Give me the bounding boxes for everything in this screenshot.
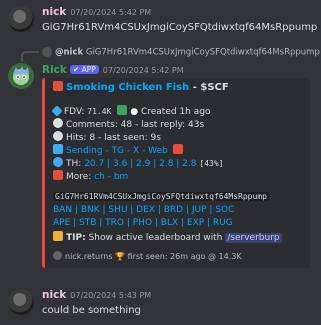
fdv-row: FDV: 71.4K ● Created 1h ago — [51, 105, 211, 117]
trophy-icon — [53, 231, 63, 241]
tip-row: TIP: Show active leaderboard with /serve… — [53, 231, 282, 243]
check-icon — [117, 105, 128, 115]
bot-header: Rick ✔ APP 07/20/2024 5:42 PM — [42, 64, 184, 76]
rick-avatar[interactable] — [8, 63, 34, 89]
timestamp-2: 07/20/2024 5:43 PM — [70, 291, 152, 300]
holders-icon — [53, 157, 63, 167]
exchange-links-2[interactable]: APE | STB | TRO | PHO | BLX | EXP | RUG — [53, 218, 233, 228]
pill-icon — [53, 81, 63, 91]
reply-connector — [21, 51, 39, 62]
created: Created 1h ago — [140, 107, 211, 117]
rick-face-icon — [13, 66, 29, 85]
nick-avatar[interactable] — [8, 6, 34, 32]
username-2[interactable]: nick — [42, 289, 66, 301]
eyes-icon — [53, 131, 63, 141]
more-links[interactable]: ch - bm — [94, 172, 128, 182]
reply-content: GiG7Hr61RVm4CSUxJmgiCoySFQtdiwxtqf64MsRp… — [85, 47, 320, 58]
embed-title: Smoking Chicken Fish - $SCF — [53, 81, 229, 93]
message-header: nick 07/20/2024 5:42 PM — [42, 6, 151, 18]
speech-bubble-icon — [53, 118, 63, 128]
nick-avatar-2[interactable] — [8, 289, 34, 315]
bot-username[interactable]: Rick — [42, 64, 67, 76]
token-embed: Smoking Chicken Fish - $SCF FDV: 71.4K ●… — [42, 78, 310, 268]
social-links[interactable]: - TG - X - Web — [103, 146, 167, 156]
username[interactable]: nick — [42, 6, 66, 18]
reply-preview[interactable]: @nick GiG7Hr61RVm4CSUxJmgiCoySFQtdiwxtqf… — [42, 47, 320, 58]
fdv-value: 71.4K — [87, 107, 112, 116]
flag-icon — [53, 170, 63, 180]
reply-avatar — [42, 47, 52, 57]
sending-row: Sending - TG - X - Web — [53, 144, 186, 156]
embed-footer: nick.returns 🏆 first seen: 26m ago @ 14.… — [53, 251, 242, 261]
diamond-icon — [51, 105, 63, 117]
address-row: GiG7Hr61RVm4CSUxJmgiCoySFQtdiwxtqf64MsRp… — [53, 192, 269, 202]
token-ticker: $SCF — [200, 82, 229, 93]
token-address[interactable]: GiG7Hr61RVm4CSUxJmgiCoySFQtdiwxtqf64MsRp… — [53, 192, 269, 201]
warning-icon — [172, 144, 183, 154]
hits-row: Hits: 8 - last seen: 9s — [53, 131, 161, 143]
holder-total: [43%] — [199, 159, 224, 168]
footer-avatar — [53, 251, 62, 260]
holders-row: TH: 20.7 | 3.6 | 2.9 | 2.8 | 2.8 [43%] — [53, 157, 223, 169]
more-row: More: ch - bm — [53, 170, 128, 182]
app-badge: ✔ APP — [69, 65, 99, 74]
rocket-icon — [53, 144, 63, 154]
bot-timestamp: 07/20/2024 5:42 PM — [102, 66, 184, 75]
timestamp: 07/20/2024 5:42 PM — [70, 8, 152, 17]
exchange-links-1[interactable]: BAN | BNK | SHU | DEX | BRD | JUP | SOC — [53, 205, 234, 215]
slash-command[interactable]: /serverburp — [225, 233, 282, 243]
message-header-2: nick 07/20/2024 5:43 PM — [42, 289, 151, 301]
message-content: GiG7Hr61RVm4CSUxJmgiCoySFQtdiwxtqf64MsRp… — [42, 22, 318, 33]
sending-link[interactable]: Sending — [66, 146, 103, 156]
reply-username[interactable]: @nick — [55, 48, 83, 58]
message-content-2: could be something — [42, 305, 141, 316]
comments-row: Comments: 48 - last reply: 43s — [53, 118, 204, 130]
holder-values[interactable]: 20.7 | 3.6 | 2.9 | 2.8 | 2.8 — [84, 159, 196, 169]
token-link[interactable]: Smoking Chicken Fish — [66, 82, 189, 93]
